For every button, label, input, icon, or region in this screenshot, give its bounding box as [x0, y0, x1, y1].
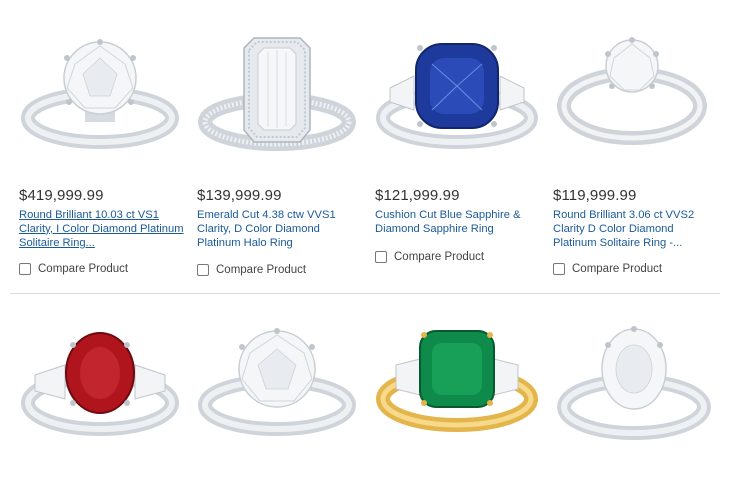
compare-product-checkbox[interactable]: Compare Product [19, 263, 128, 275]
product-image[interactable] [552, 30, 722, 160]
product-image[interactable] [372, 325, 542, 455]
compare-label: Compare Product [572, 263, 663, 275]
product-name-link[interactable]: Round Brilliant 3.06 ct VVS2 Clarity D C… [553, 209, 718, 250]
product-price: $139,999.99 [197, 187, 282, 204]
product-name-link[interactable]: Round Brilliant 10.03 ct VS1 Clarity, I … [19, 209, 184, 250]
compare-product-checkbox[interactable]: Compare Product [553, 263, 662, 275]
compare-label: Compare Product [394, 251, 485, 263]
compare-product-checkbox[interactable]: Compare Product [375, 251, 484, 263]
product-image[interactable] [372, 30, 542, 160]
product-image[interactable] [192, 30, 362, 160]
round-diamond-solitaire-ring-icon [557, 37, 707, 145]
product-grid: $419,999.99 Round Brilliant 10.03 ct VS1… [0, 0, 740, 478]
product-image[interactable] [15, 30, 185, 160]
product-image[interactable] [15, 325, 185, 455]
product-name-link[interactable]: Emerald Cut 4.38 ctw VVS1 Clarity, D Col… [197, 209, 362, 250]
product-price: $119,999.99 [553, 187, 637, 204]
checkbox-icon[interactable] [197, 264, 209, 276]
compare-label: Compare Product [216, 264, 307, 276]
emerald-gold-three-stone-ring-icon [376, 330, 538, 432]
product-image[interactable] [552, 325, 722, 455]
round-diamond-solitaire-ring-icon [21, 39, 179, 149]
emerald-cut-halo-ring-icon [198, 37, 356, 151]
product-price: $419,999.99 [19, 187, 104, 204]
compare-product-checkbox[interactable]: Compare Product [197, 264, 306, 276]
product-price: $121,999.99 [375, 187, 460, 204]
round-diamond-solitaire-ring-icon [198, 328, 356, 436]
oval-diamond-solitaire-ring-icon [557, 326, 711, 440]
product-image[interactable] [192, 325, 362, 455]
row-divider [10, 293, 720, 294]
compare-label: Compare Product [38, 263, 129, 275]
checkbox-icon[interactable] [19, 263, 31, 275]
blue-sapphire-ring-icon [376, 43, 538, 149]
checkbox-icon[interactable] [375, 251, 387, 263]
checkbox-icon[interactable] [553, 263, 565, 275]
ruby-three-stone-ring-icon [21, 332, 179, 436]
product-name-link[interactable]: Cushion Cut Blue Sapphire & Diamond Sapp… [375, 209, 540, 237]
